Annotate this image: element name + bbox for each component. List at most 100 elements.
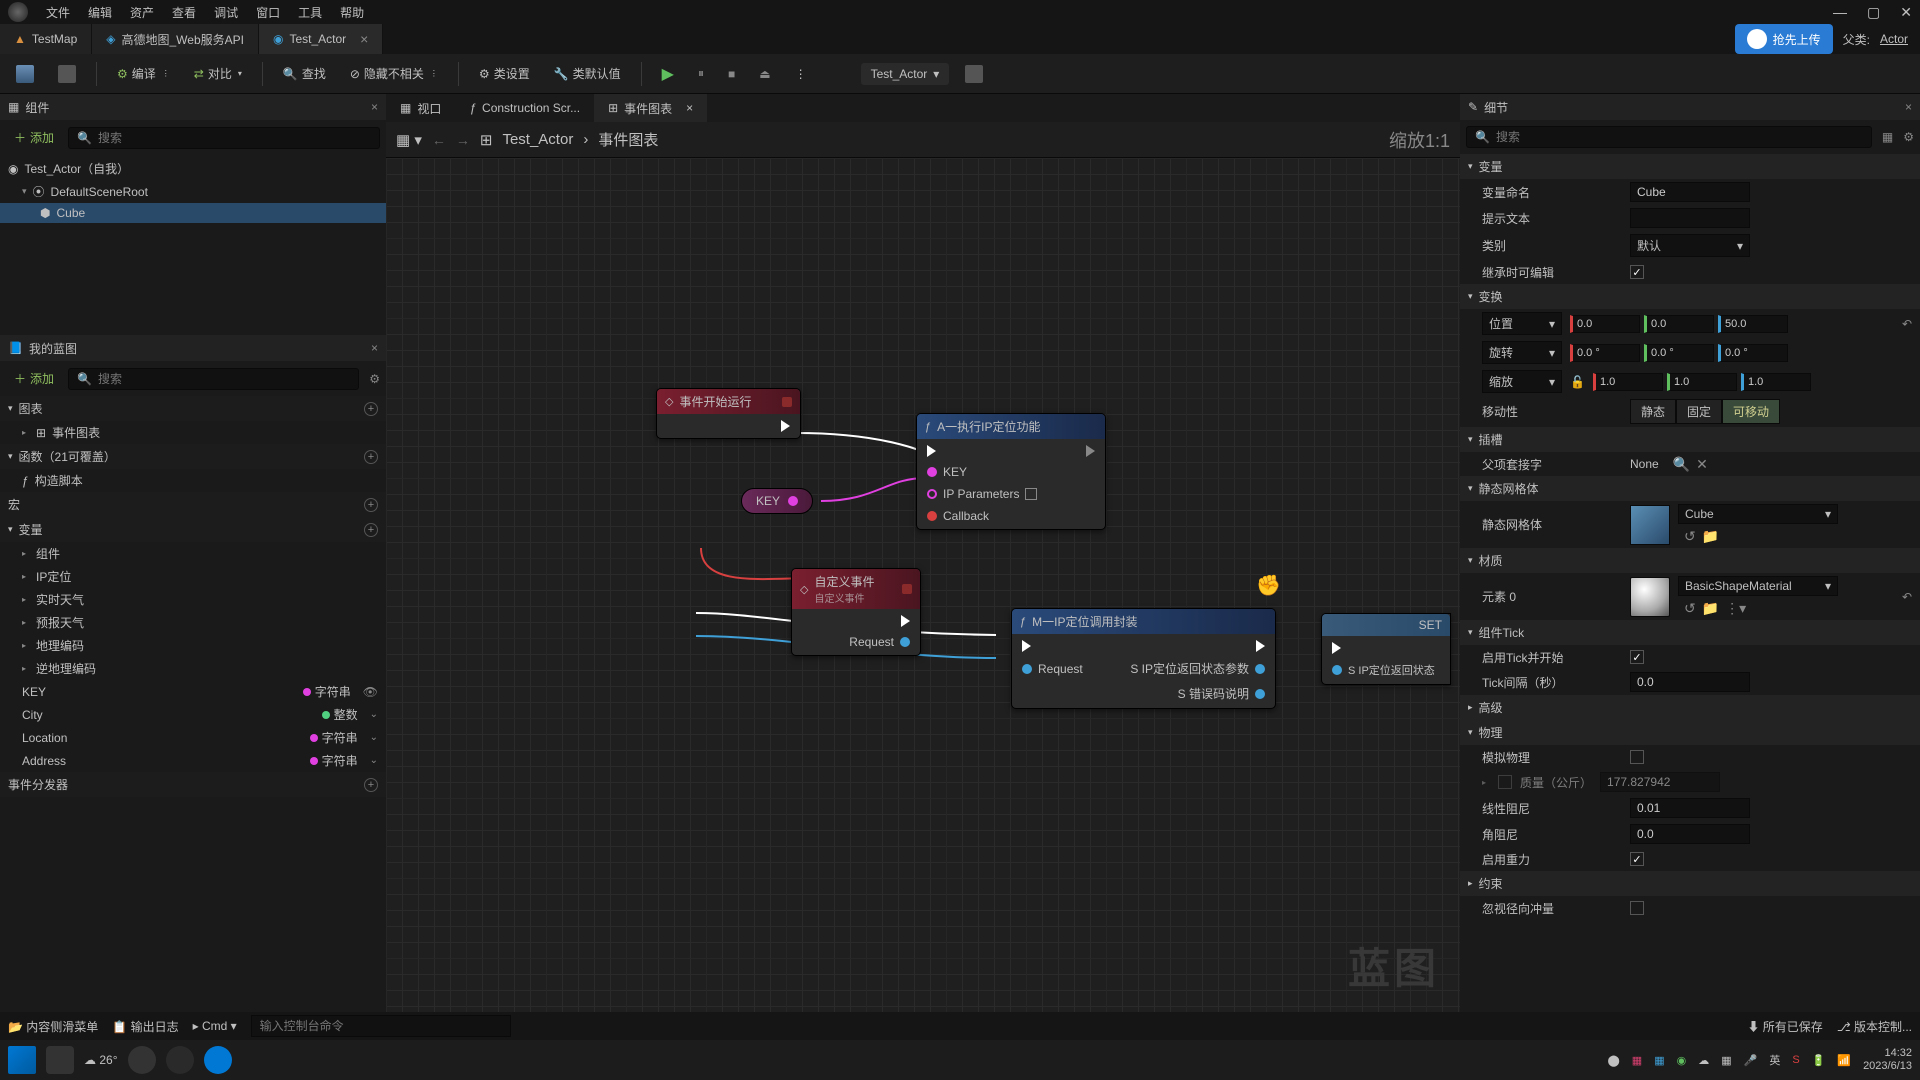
- tick-interval-input[interactable]: [1630, 672, 1750, 692]
- tree-root[interactable]: ◉ Test_Actor（自我）: [0, 157, 386, 180]
- loc-z-input[interactable]: [1718, 315, 1788, 333]
- edit-inherited-checkbox[interactable]: [1630, 265, 1644, 279]
- add-icon[interactable]: +: [364, 402, 378, 416]
- struct-in-pin[interactable]: [1332, 665, 1342, 675]
- tab-constructionscript[interactable]: ƒConstruction Scr...: [455, 94, 594, 122]
- debug-object-dropdown[interactable]: Test_Actor▾: [861, 63, 950, 85]
- tray-network-icon[interactable]: 📶: [1837, 1054, 1851, 1067]
- delegate-pin[interactable]: [927, 511, 937, 521]
- close-icon[interactable]: ×: [686, 101, 693, 115]
- taskbar-obs-icon[interactable]: [166, 1046, 194, 1074]
- source-control-button[interactable]: ⎇ 版本控制...: [1837, 1018, 1912, 1035]
- rot-z-input[interactable]: [1718, 344, 1788, 362]
- browse-button[interactable]: [50, 61, 84, 87]
- clock[interactable]: 14:32 2023/6/13: [1863, 1047, 1912, 1073]
- add-icon[interactable]: +: [364, 778, 378, 792]
- tab-amap[interactable]: ◈ 高德地图_Web服务API: [92, 24, 259, 54]
- section-sockets[interactable]: ▾插槽: [1460, 427, 1920, 452]
- weather-widget[interactable]: ☁ 26°: [84, 1053, 118, 1067]
- var-address[interactable]: Address字符串⌄: [0, 749, 386, 772]
- section-macros[interactable]: 宏+: [0, 492, 386, 517]
- menu-file[interactable]: 文件: [46, 4, 70, 21]
- tray-icon[interactable]: ▦: [1654, 1054, 1664, 1067]
- taskbar-app[interactable]: [46, 1046, 74, 1074]
- play-options-button[interactable]: ⋮: [787, 63, 815, 85]
- tray-icon[interactable]: ◉: [1677, 1054, 1687, 1067]
- components-panel-tab[interactable]: ▦ 组件 ×: [0, 94, 386, 120]
- default-value-input[interactable]: [1025, 488, 1037, 500]
- step-button[interactable]: ⏸: [690, 62, 712, 85]
- node-var-key[interactable]: KEY: [741, 488, 813, 514]
- tab-viewport[interactable]: ▦视口: [386, 94, 455, 122]
- tab-testactor[interactable]: ◉ Test_Actor ×: [259, 24, 383, 54]
- window-close-icon[interactable]: ✕: [1900, 4, 1912, 21]
- menu-view[interactable]: 查看: [172, 4, 196, 21]
- menu-debug[interactable]: 调试: [214, 4, 238, 21]
- node-custom-event[interactable]: ◇自定义事件自定义事件 Request: [791, 568, 921, 656]
- window-maximize-icon[interactable]: ▢: [1867, 4, 1880, 21]
- close-icon[interactable]: ×: [371, 341, 378, 355]
- lock-icon[interactable]: 🔓: [1570, 375, 1585, 389]
- tab-testmap[interactable]: ▲ TestMap: [0, 24, 92, 54]
- add-icon[interactable]: +: [364, 450, 378, 464]
- var-key[interactable]: KEY字符串👁: [0, 680, 386, 703]
- tree-defaultsceneroot[interactable]: ▾ ⦿ DefaultSceneRoot: [0, 180, 386, 203]
- staticmesh-dropdown[interactable]: Cube▾: [1678, 504, 1838, 524]
- loc-x-input[interactable]: [1570, 315, 1640, 333]
- section-staticmesh[interactable]: ▾静态网格体: [1460, 476, 1920, 501]
- menu-help[interactable]: 帮助: [340, 4, 364, 21]
- bp-eventgraph[interactable]: ▸⊞事件图表: [0, 421, 386, 444]
- var-city[interactable]: City整数⌄: [0, 703, 386, 726]
- graph-menu-icon[interactable]: ▦ ▾: [396, 131, 422, 149]
- exec-in-pin[interactable]: [1332, 642, 1341, 654]
- struct-in-pin[interactable]: [1022, 664, 1032, 674]
- menu-window[interactable]: 窗口: [256, 4, 280, 21]
- diff-button[interactable]: ⇄ 对比▾: [186, 61, 250, 86]
- rot-y-input[interactable]: [1644, 344, 1714, 362]
- string-pin[interactable]: [927, 467, 937, 477]
- stop-button[interactable]: ■: [720, 63, 743, 85]
- nav-fwd-icon[interactable]: →: [456, 132, 470, 148]
- gear-icon[interactable]: ⚙: [1903, 130, 1914, 144]
- scale-dropdown[interactable]: 缩放▾: [1482, 370, 1562, 393]
- exec-out-pin[interactable]: [1086, 445, 1095, 457]
- var-group-rtweather[interactable]: ▸实时天气: [0, 588, 386, 611]
- add-icon[interactable]: +: [364, 523, 378, 537]
- details-search-input[interactable]: 🔍: [1466, 126, 1872, 148]
- node-set[interactable]: SET S IP定位返回状态: [1321, 613, 1451, 685]
- graph-canvas[interactable]: ◇事件开始运行 ƒA一执行IP定位功能 KEY IP Parameters Ca…: [386, 158, 1460, 1012]
- mesh-thumbnail[interactable]: [1630, 505, 1670, 545]
- node-ip-function[interactable]: ƒA一执行IP定位功能 KEY IP Parameters Callback: [916, 413, 1106, 530]
- add-component-button[interactable]: ＋ 添加: [6, 126, 62, 149]
- var-group-fcweather[interactable]: ▸预报天气: [0, 611, 386, 634]
- var-group-geo[interactable]: ▸地理编码: [0, 634, 386, 657]
- struct-out-pin[interactable]: [900, 637, 910, 647]
- tray-icon[interactable]: S: [1792, 1054, 1799, 1066]
- eye-icon[interactable]: 👁: [363, 685, 378, 699]
- tray-mic-icon[interactable]: 🎤: [1744, 1054, 1758, 1067]
- chevron-down-icon[interactable]: ⌄: [370, 732, 378, 743]
- var-name-input[interactable]: [1630, 182, 1750, 202]
- expand-icon[interactable]: ▾: [22, 186, 27, 197]
- saved-status[interactable]: ⬇ 所有已保存: [1747, 1018, 1822, 1035]
- section-advanced[interactable]: ▸高级: [1460, 695, 1920, 720]
- output-log-button[interactable]: 📋 输出日志: [112, 1018, 178, 1035]
- close-icon[interactable]: ×: [1905, 100, 1912, 114]
- sim-physics-checkbox[interactable]: [1630, 750, 1644, 764]
- loc-y-input[interactable]: [1644, 315, 1714, 333]
- more-icon[interactable]: ⋮▾: [1725, 600, 1746, 617]
- cloud-upload-button[interactable]: ☁ 抢先上传: [1735, 24, 1833, 54]
- use-icon[interactable]: ↺: [1684, 600, 1696, 617]
- bp-search-input[interactable]: 🔍: [68, 368, 359, 390]
- revert-icon[interactable]: ↶: [1902, 590, 1912, 604]
- tab-eventgraph[interactable]: ⊞事件图表×: [594, 94, 707, 122]
- exec-in-pin[interactable]: [927, 445, 936, 457]
- section-physics[interactable]: ▾物理: [1460, 720, 1920, 745]
- compile-button[interactable]: ⚙ 编译 ⋮: [109, 61, 178, 86]
- exec-out-pin[interactable]: [781, 420, 790, 432]
- exec-in-pin[interactable]: [1022, 640, 1031, 652]
- cmd-dropdown[interactable]: ▸ Cmd ▾: [193, 1019, 237, 1033]
- section-graphs[interactable]: ▾图表+: [0, 396, 386, 421]
- windows-start-button[interactable]: [8, 1046, 36, 1074]
- angular-damping-input[interactable]: [1630, 824, 1750, 844]
